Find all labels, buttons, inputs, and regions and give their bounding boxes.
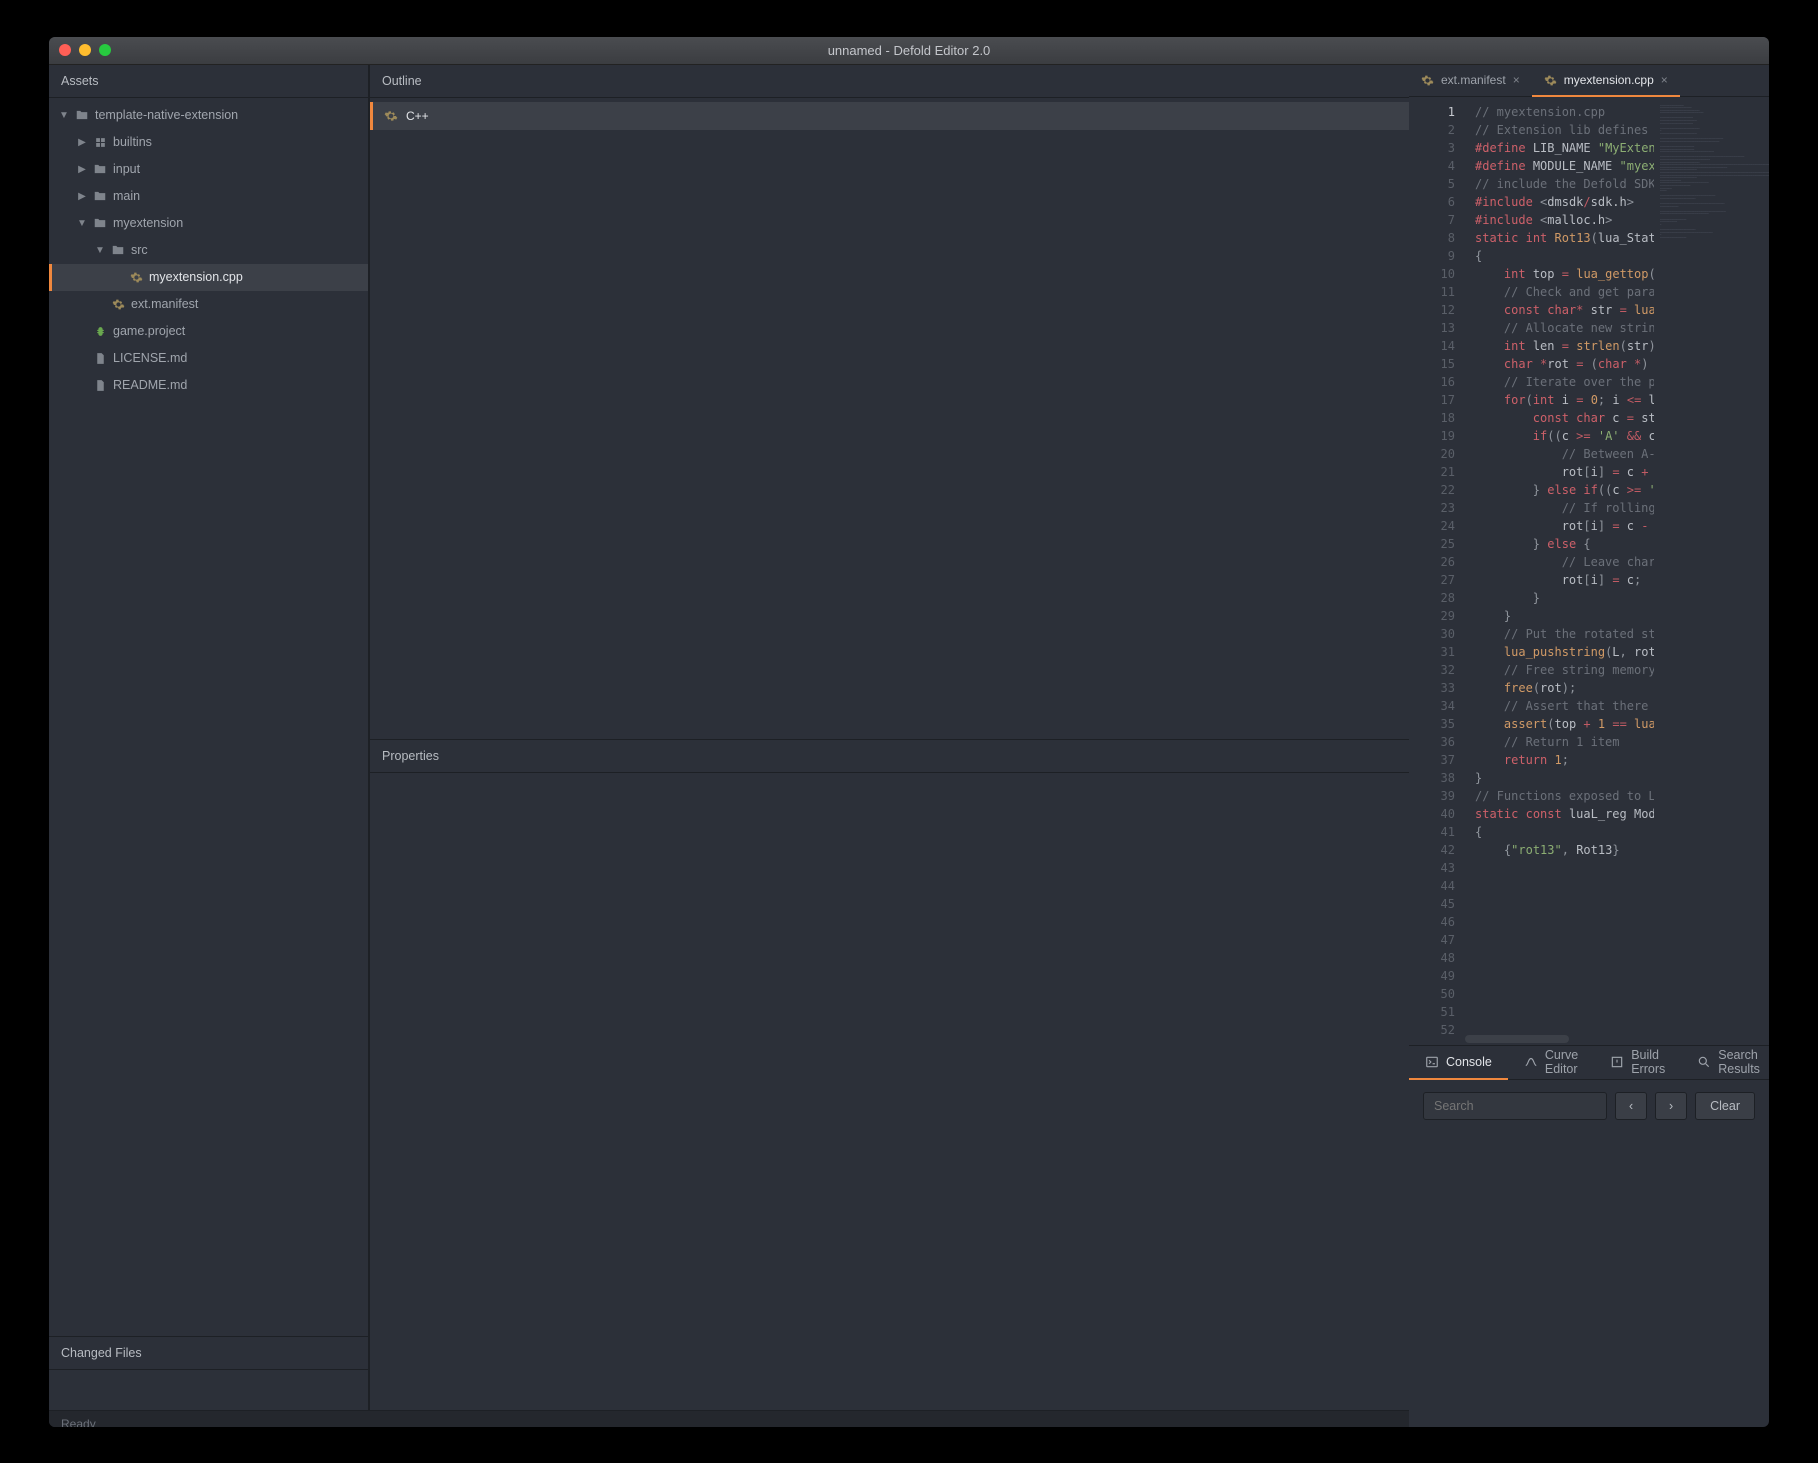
- gear-icon: [111, 297, 125, 311]
- changed-files-header: Changed Files: [49, 1336, 368, 1370]
- console-clear-button[interactable]: Clear: [1695, 1092, 1755, 1120]
- status-text: Ready: [61, 1417, 96, 1427]
- tab-ext-manifest[interactable]: ext.manifest ×: [1409, 65, 1532, 96]
- minimap[interactable]: ▬▬▬▬▬▬▬▬▬▬▬▬▬▬▬▬▬▬ ▬▬▬▬▬▬▬▬▬▬▬▬▬▬▬▬▬▬▬▬▬…: [1654, 97, 1769, 1045]
- status-bar: Ready: [49, 1410, 1409, 1427]
- horizontal-scrollbar[interactable]: [1465, 1033, 1654, 1045]
- gear-icon: [384, 109, 398, 123]
- console-tab-console[interactable]: Console: [1409, 1046, 1508, 1079]
- gear-icon: [1421, 74, 1434, 87]
- console-search-input[interactable]: [1423, 1092, 1607, 1120]
- close-window-button[interactable]: [59, 44, 71, 56]
- window-controls: [59, 44, 111, 56]
- tree-item-label: src: [131, 243, 148, 257]
- tree-item-builtins[interactable]: ▶ builtins: [49, 129, 368, 156]
- assets-tree[interactable]: ▼ template-native-extension ▶ builtins ▶ inpu…: [49, 98, 368, 1336]
- outline-header: Outline: [370, 65, 1409, 98]
- tab-label: myextension.cpp: [1564, 73, 1654, 87]
- tree-item-myextension-cpp[interactable]: myextension.cpp: [49, 264, 368, 291]
- chevron-down-icon[interactable]: ▼: [59, 110, 69, 121]
- tree-item-ext-manifest[interactable]: ext.manifest: [49, 291, 368, 318]
- tree-item-license-md[interactable]: LICENSE.md: [49, 345, 368, 372]
- line-gutter: 1234567891011121314151617181920212223242…: [1409, 97, 1465, 1045]
- console-panel: Console Curve Editor Build Errors Search Re…: [1409, 1045, 1769, 1355]
- outline-body: C++: [370, 98, 1409, 739]
- search-icon: [1697, 1055, 1711, 1069]
- tree-item-readme-md[interactable]: README.md: [49, 372, 368, 399]
- tree-item-input[interactable]: ▶ input: [49, 156, 368, 183]
- tree-item-label: myextension: [113, 216, 183, 230]
- tree-item-label: game.project: [113, 324, 185, 338]
- search-prev-button[interactable]: ‹: [1615, 1092, 1647, 1120]
- tab-myextension-cpp[interactable]: myextension.cpp ×: [1532, 65, 1680, 96]
- window-title: unnamed - Defold Editor 2.0: [828, 43, 991, 58]
- console-tab-curve-editor[interactable]: Curve Editor: [1508, 1046, 1594, 1079]
- properties-body: [370, 773, 1409, 1410]
- chevron-right-icon[interactable]: ▶: [77, 164, 87, 175]
- tree-item-label: input: [113, 162, 140, 176]
- scrollbar-thumb[interactable]: [1465, 1035, 1569, 1043]
- bug-icon: [93, 324, 107, 338]
- console-icon: [1425, 1055, 1439, 1069]
- console-tab-label: Console: [1446, 1055, 1492, 1069]
- gear-icon: [1544, 74, 1557, 87]
- console-tab-build-errors[interactable]: Build Errors: [1594, 1046, 1681, 1079]
- console-tabs: Console Curve Editor Build Errors Search Re…: [1409, 1046, 1769, 1080]
- tree-item-label: README.md: [113, 378, 187, 392]
- zoom-window-button[interactable]: [99, 44, 111, 56]
- titlebar: unnamed - Defold Editor 2.0: [49, 37, 1769, 65]
- tree-item-src[interactable]: ▼ src: [49, 237, 368, 264]
- file-icon: [93, 378, 107, 392]
- folder-icon: [93, 189, 107, 203]
- changed-files-body: [49, 1370, 368, 1410]
- tree-item-label: myextension.cpp: [149, 270, 243, 284]
- tree-item-myextension[interactable]: ▼ myextension: [49, 210, 368, 237]
- folder-icon: [93, 216, 107, 230]
- assets-header: Assets: [49, 65, 368, 98]
- properties-header: Properties: [370, 739, 1409, 773]
- tree-item-template-native-extension[interactable]: ▼ template-native-extension: [49, 102, 368, 129]
- folder-icon: [75, 108, 89, 122]
- tree-item-game-project[interactable]: game.project: [49, 318, 368, 345]
- gear-icon: [129, 270, 143, 284]
- builtins-icon: [93, 135, 107, 149]
- console-tab-label: Search Results: [1718, 1048, 1760, 1076]
- chevron-down-icon[interactable]: ▼: [77, 218, 87, 229]
- search-next-button[interactable]: ›: [1655, 1092, 1687, 1120]
- close-icon[interactable]: ×: [1513, 73, 1520, 87]
- code-editor[interactable]: 1234567891011121314151617181920212223242…: [1409, 97, 1769, 1045]
- left-panel: Assets ▼ template-native-extension ▶ builti…: [49, 65, 369, 1410]
- tree-item-label: template-native-extension: [95, 108, 238, 122]
- minimize-window-button[interactable]: [79, 44, 91, 56]
- outline-item-cpp[interactable]: C++: [370, 102, 1409, 130]
- folder-icon: [93, 162, 107, 176]
- tree-item-label: LICENSE.md: [113, 351, 187, 365]
- tree-item-main[interactable]: ▶ main: [49, 183, 368, 210]
- curve-icon: [1524, 1055, 1538, 1069]
- folder-icon: [111, 243, 125, 257]
- console-tab-label: Curve Editor: [1545, 1048, 1578, 1076]
- console-tab-label: Build Errors: [1631, 1048, 1665, 1076]
- close-icon[interactable]: ×: [1661, 73, 1668, 87]
- chevron-right-icon[interactable]: ▶: [77, 191, 87, 202]
- tree-item-label: main: [113, 189, 140, 203]
- tree-item-label: ext.manifest: [131, 297, 198, 311]
- app-window: unnamed - Defold Editor 2.0 Assets ▼ temp…: [49, 37, 1769, 1427]
- console-tab-search-results[interactable]: Search Results: [1681, 1046, 1769, 1079]
- chevron-down-icon[interactable]: ▼: [95, 245, 105, 256]
- tree-item-label: builtins: [113, 135, 152, 149]
- chevron-right-icon[interactable]: ▶: [77, 137, 87, 148]
- center-panel: ext.manifest × myextension.cpp × 1234567891…: [1409, 65, 1769, 1355]
- console-body: ‹ › Clear: [1409, 1080, 1769, 1355]
- code-area[interactable]: // myextension.cpp// Extension lib defin…: [1465, 97, 1654, 1045]
- editor-tabs: ext.manifest × myextension.cpp ×: [1409, 65, 1769, 97]
- right-panel: Outline C++ Properties: [369, 65, 1409, 1410]
- file-icon: [93, 351, 107, 365]
- tab-label: ext.manifest: [1441, 73, 1506, 87]
- outline-item-label: C++: [406, 109, 429, 123]
- errors-icon: [1610, 1055, 1624, 1069]
